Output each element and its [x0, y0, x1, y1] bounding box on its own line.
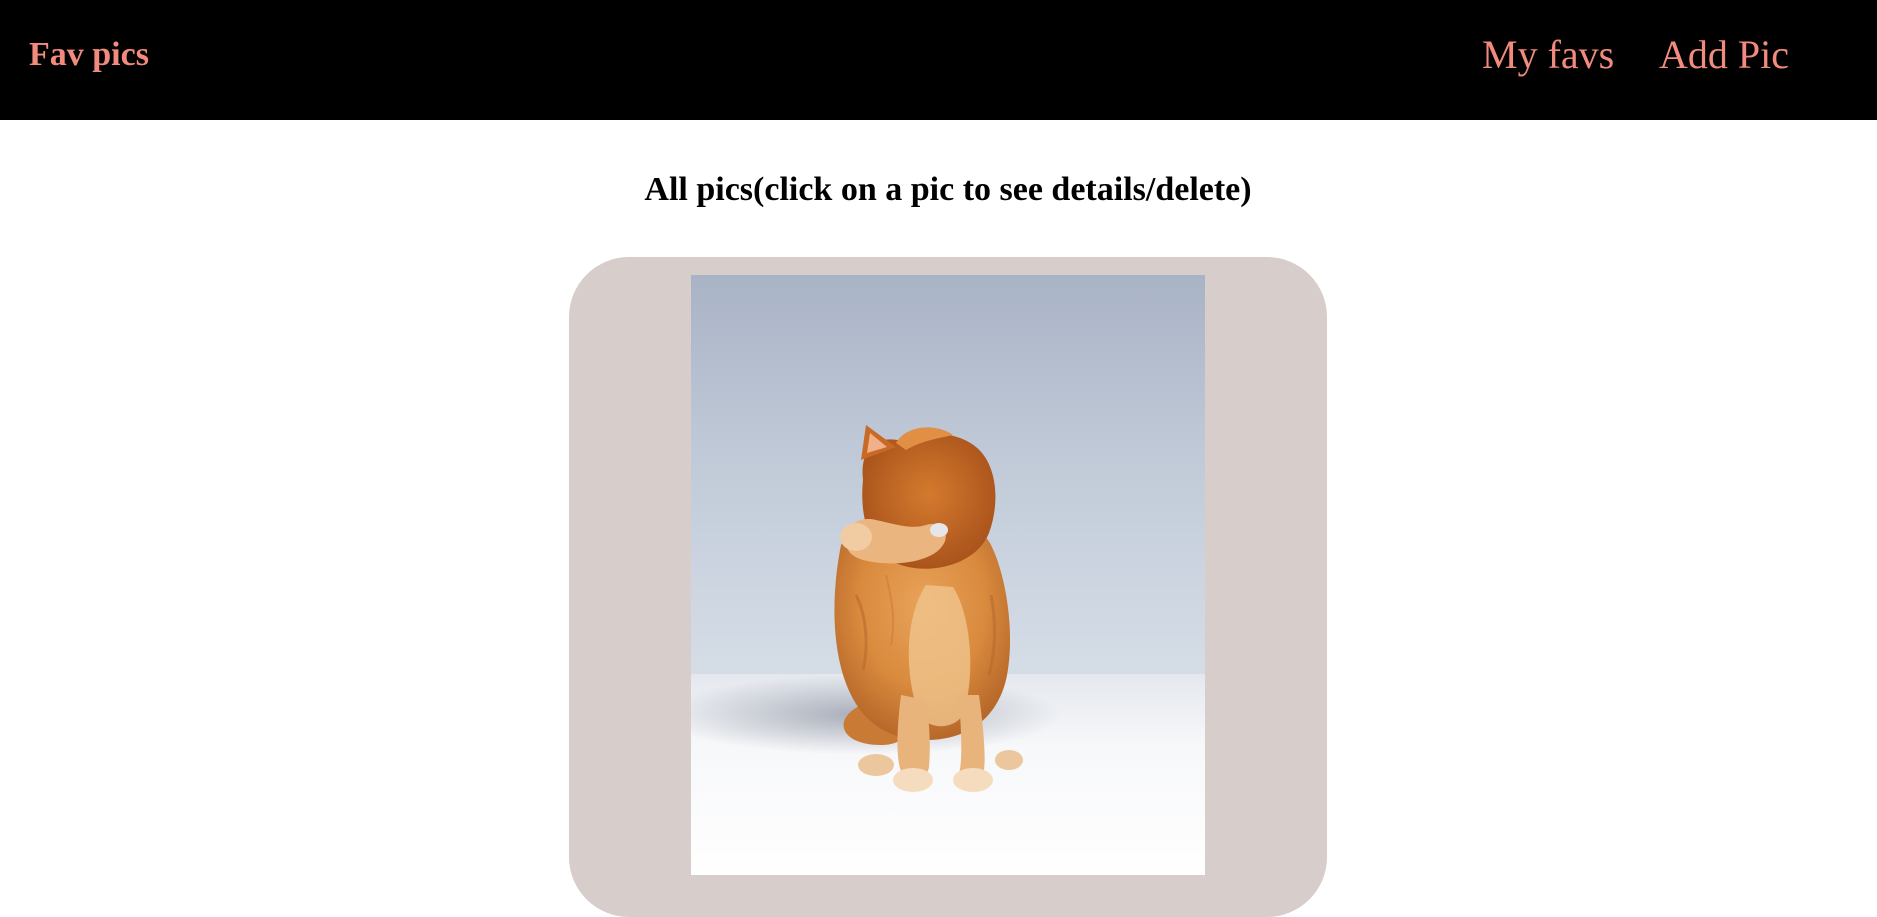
cat-illustration: [691, 425, 1061, 792]
navbar: Fav pics My favs Add Pic: [0, 0, 1877, 120]
nav-link-add-pic[interactable]: Add Pic: [1659, 31, 1789, 79]
pic-card[interactable]: [569, 257, 1327, 917]
page-title: All pics(click on a pic to see details/d…: [644, 171, 1252, 208]
nav-link-my-favs[interactable]: My favs: [1482, 31, 1614, 79]
cat-photo[interactable]: [691, 275, 1205, 875]
brand-link[interactable]: Fav pics: [29, 33, 149, 77]
